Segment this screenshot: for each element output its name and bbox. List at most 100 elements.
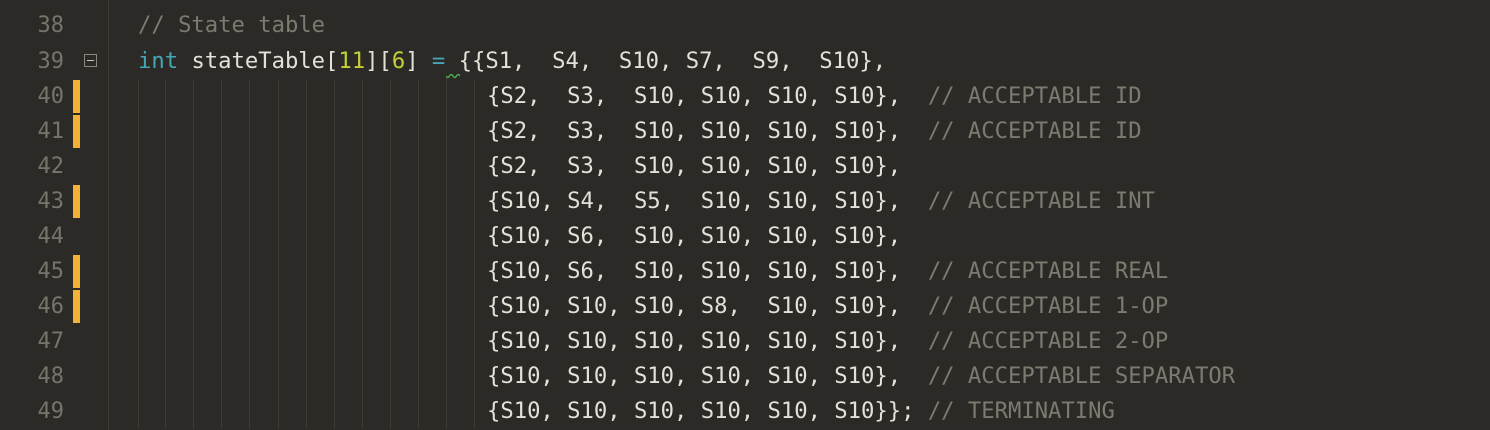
line-number: 46 xyxy=(37,294,65,319)
indent-guide xyxy=(474,114,475,149)
indent-guide xyxy=(306,394,307,429)
indent-guide xyxy=(390,289,391,324)
indent-guide xyxy=(306,289,307,324)
change-marker xyxy=(73,115,80,148)
number-literal: 6 xyxy=(391,48,406,74)
code-line[interactable]: 47 {S10, S10, S10, S10, S10, S10}, // AC… xyxy=(0,324,1490,359)
code-text: {S10, S10, S10, S8, S10, S10}, // ACCEPT… xyxy=(487,289,1168,324)
code-content: {S10, S4, S5, S10, S10, S10}, xyxy=(487,188,928,214)
indent-guide xyxy=(306,254,307,289)
change-marker xyxy=(73,290,80,323)
code-editor[interactable]: 38 // State table 39 int stateTable[11][… xyxy=(0,0,1490,430)
indent-guide xyxy=(334,149,335,184)
indent-guide xyxy=(446,184,447,219)
code-comment: // TERMINATING xyxy=(927,398,1115,424)
indent-guide xyxy=(474,324,475,359)
indent-guide xyxy=(278,114,279,149)
indent-guide xyxy=(446,254,447,289)
indent-guide xyxy=(446,114,447,149)
indent-guide xyxy=(334,219,335,254)
code-text: {S10, S6, S10, S10, S10, S10}, xyxy=(487,219,901,254)
indent-guide xyxy=(193,394,194,429)
code-text: {S10, S10, S10, S10, S10, S10}, // ACCEP… xyxy=(487,359,1235,394)
indent-guide xyxy=(249,114,250,149)
code-content: {S2, S3, S10, S10, S10, S10}, xyxy=(487,118,928,144)
indent-guide xyxy=(306,149,307,184)
code-line[interactable]: 38 // State table xyxy=(0,8,1490,43)
indent-guide xyxy=(418,114,419,149)
code-line[interactable]: 39 int stateTable[11][6] = {{S1, S4, S10… xyxy=(0,44,1490,79)
code-line[interactable]: 42 {S2, S3, S10, S10, S10, S10}, xyxy=(0,149,1490,184)
line-number: 40 xyxy=(37,84,65,109)
indent-guide xyxy=(390,359,391,394)
indent-guide xyxy=(138,114,139,149)
code-line[interactable]: 40 {S2, S3, S10, S10, S10, S10}, // ACCE… xyxy=(0,79,1490,114)
indent-guide xyxy=(334,79,335,114)
code-line[interactable]: 46 {S10, S10, S10, S8, S10, S10}, // ACC… xyxy=(0,289,1490,324)
indent-guide xyxy=(138,289,139,324)
indent-guide xyxy=(138,184,139,219)
indent-guide xyxy=(138,394,139,429)
indent-guide xyxy=(306,114,307,149)
indent-guide xyxy=(221,184,222,219)
indent-guide xyxy=(418,254,419,289)
indent-guide xyxy=(474,289,475,324)
indent-guide xyxy=(306,79,307,114)
initializer: {{S1, S4, S10, S7, S9, S10}, xyxy=(458,48,887,74)
code-comment: // ACCEPTABLE ID xyxy=(927,83,1142,109)
code-content: {S10, S10, S10, S10, S10, S10}, xyxy=(487,328,928,354)
indent-guide xyxy=(249,79,250,114)
indent-guide xyxy=(193,219,194,254)
code-line[interactable]: 43 {S10, S4, S5, S10, S10, S10}, // ACCE… xyxy=(0,184,1490,219)
line-number: 48 xyxy=(37,364,65,389)
indent-guide xyxy=(474,219,475,254)
code-text: {S2, S3, S10, S10, S10, S10}, xyxy=(487,149,901,184)
code-text: {S2, S3, S10, S10, S10, S10}, // ACCEPTA… xyxy=(487,114,1142,149)
code-line[interactable]: 48 {S10, S10, S10, S10, S10, S10}, // AC… xyxy=(0,359,1490,394)
code-comment: // State table xyxy=(138,12,326,38)
indent-guide xyxy=(390,184,391,219)
indent-guide xyxy=(221,289,222,324)
indent-guide xyxy=(446,79,447,114)
indent-guide xyxy=(362,149,363,184)
indent-guide xyxy=(138,254,139,289)
indent-guide xyxy=(362,219,363,254)
code-text: {S10, S4, S5, S10, S10, S10}, // ACCEPTA… xyxy=(487,184,1155,219)
indent-guide xyxy=(334,254,335,289)
line-number: 42 xyxy=(37,154,65,179)
indent-guide xyxy=(390,114,391,149)
indent-guide xyxy=(418,289,419,324)
code-line[interactable]: 41 {S2, S3, S10, S10, S10, S10}, // ACCE… xyxy=(0,114,1490,149)
indent-guide xyxy=(418,184,419,219)
code-line[interactable]: 49 {S10, S10, S10, S10, S10, S10}}; // T… xyxy=(0,394,1490,429)
indent-guide xyxy=(334,289,335,324)
fold-collapse-icon[interactable] xyxy=(84,54,97,67)
indent-guide xyxy=(278,359,279,394)
line-number: 39 xyxy=(37,49,65,74)
indent-guide xyxy=(362,114,363,149)
indent-guide xyxy=(334,324,335,359)
indent-guide xyxy=(474,394,475,429)
indent-guide xyxy=(446,149,447,184)
code-content: {S10, S10, S10, S8, S10, S10}, xyxy=(487,293,928,319)
indent-guide xyxy=(165,289,166,324)
indent-guide xyxy=(474,184,475,219)
line-number: 41 xyxy=(37,119,65,144)
indent-guide xyxy=(193,184,194,219)
indent-guide xyxy=(278,254,279,289)
indent-guide xyxy=(362,394,363,429)
indent-guide xyxy=(221,114,222,149)
indent-guide xyxy=(249,394,250,429)
indent-guide xyxy=(221,149,222,184)
indent-guide xyxy=(278,289,279,324)
indent-guide xyxy=(165,359,166,394)
code-content: {S10, S10, S10, S10, S10, S10}, xyxy=(487,363,928,389)
indent-guide xyxy=(474,79,475,114)
code-line[interactable]: 45 {S10, S6, S10, S10, S10, S10}, // ACC… xyxy=(0,254,1490,289)
code-text: {S10, S6, S10, S10, S10, S10}, // ACCEPT… xyxy=(487,254,1168,289)
code-line[interactable]: 44 {S10, S6, S10, S10, S10, S10}, xyxy=(0,219,1490,254)
bracket: ] xyxy=(405,48,419,74)
code-comment: // ACCEPTABLE ID xyxy=(927,118,1142,144)
indent-guide xyxy=(278,184,279,219)
indent-guide xyxy=(306,219,307,254)
